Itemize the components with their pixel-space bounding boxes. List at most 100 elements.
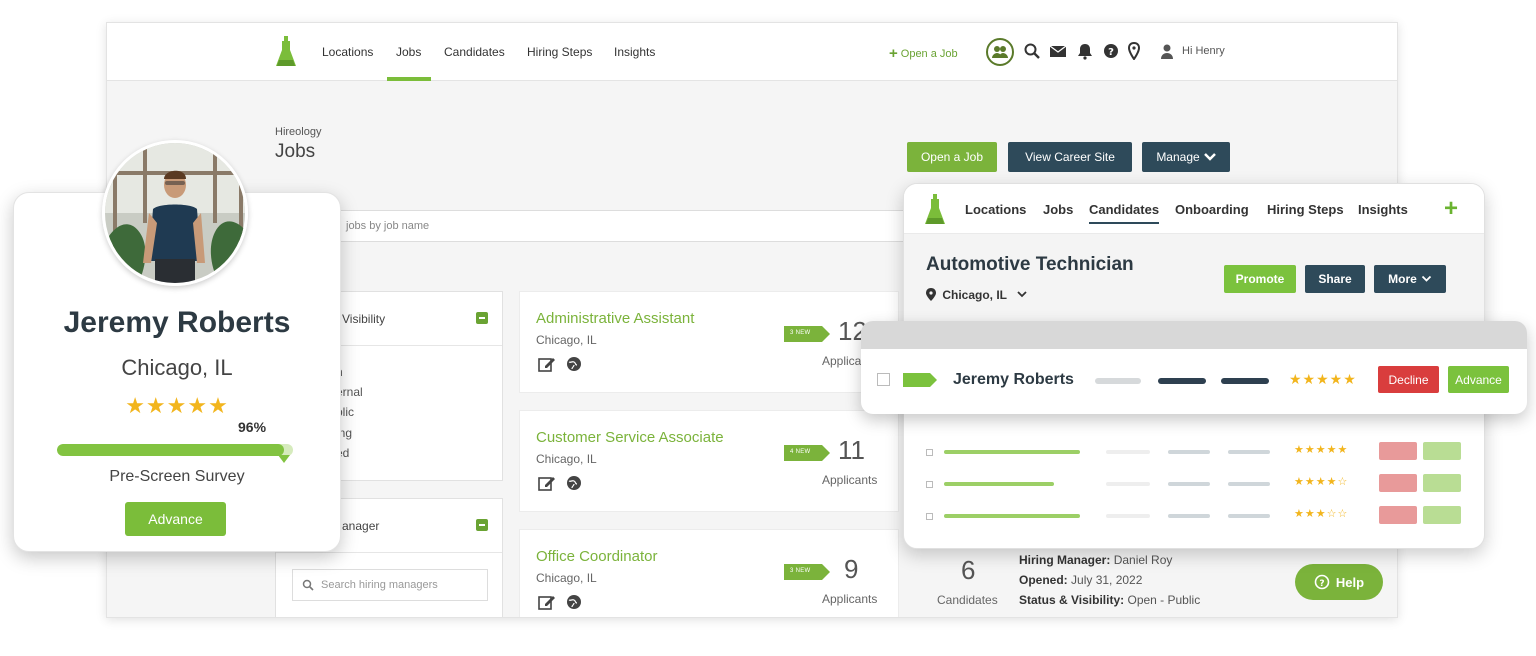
row-checkbox[interactable] <box>926 481 933 488</box>
collapse-icon[interactable] <box>476 312 488 324</box>
placeholder-bar <box>1168 482 1210 486</box>
nav-candidates[interactable]: Candidates <box>1089 202 1159 217</box>
job-location: Chicago, IL <box>536 571 597 585</box>
nav-hiring-steps[interactable]: Hiring Steps <box>1267 202 1344 217</box>
placeholder-bar <box>944 482 1054 486</box>
decline-button[interactable]: Decline <box>1378 366 1439 393</box>
advance-button[interactable]: Advance <box>125 502 226 536</box>
more-button[interactable]: More <box>1374 265 1446 293</box>
promote-button[interactable]: Promote <box>1224 265 1296 293</box>
placeholder-bar <box>1158 378 1206 384</box>
placeholder-bar <box>1106 514 1150 518</box>
applicant-label: Applicants <box>822 473 878 487</box>
nav-jobs[interactable]: Jobs <box>396 45 421 59</box>
globe-icon[interactable] <box>566 475 582 491</box>
open-job-label: Open a Job <box>900 48 958 60</box>
job-location: Chicago, IL <box>536 452 597 466</box>
collapse-icon[interactable] <box>476 519 488 531</box>
open-job-link[interactable]: + Open a Job <box>889 45 958 62</box>
progress-marker <box>277 455 290 463</box>
row-checkbox[interactable] <box>926 513 933 520</box>
candidate-name[interactable]: Jeremy Roberts <box>953 371 1074 389</box>
row-checkbox[interactable] <box>877 373 890 386</box>
row-checkbox[interactable] <box>926 449 933 456</box>
nav-jobs[interactable]: Jobs <box>1043 202 1073 217</box>
nav-onboarding[interactable]: Onboarding <box>1175 202 1249 217</box>
open-job-button[interactable]: Open a Job <box>907 142 997 172</box>
placeholder-bar <box>1228 514 1270 518</box>
job-location: Chicago, IL <box>536 333 597 347</box>
nav-insights[interactable]: Insights <box>1358 202 1408 217</box>
decline-button-placeholder[interactable] <box>1379 442 1417 460</box>
help-circle-icon[interactable]: ? <box>1102 42 1120 60</box>
panel-title: Visibility <box>342 312 386 326</box>
advance-button-placeholder[interactable] <box>1423 474 1461 492</box>
stage-flag-icon <box>903 373 937 387</box>
nav-locations[interactable]: Locations <box>965 202 1026 217</box>
job-title-link[interactable]: Administrative Assistant <box>536 310 694 327</box>
view-career-site-button[interactable]: View Career Site <box>1008 142 1132 172</box>
nav-insights[interactable]: Insights <box>614 45 655 59</box>
mail-icon[interactable] <box>1049 42 1067 60</box>
search-icon[interactable] <box>1023 42 1041 60</box>
candidate-row-placeholder[interactable]: ★★★☆☆ <box>926 506 1466 524</box>
pipeline-nav: Locations Jobs Candidates Onboarding Hir… <box>904 184 1484 234</box>
plus-icon[interactable]: + <box>1444 195 1458 223</box>
marketing-composite: Locations Jobs Candidates Hiring Steps I… <box>0 0 1536 656</box>
edit-icon[interactable] <box>538 475 556 491</box>
applicant-count: 9 <box>844 554 859 584</box>
advance-button-placeholder[interactable] <box>1423 442 1461 460</box>
share-button[interactable]: Share <box>1305 265 1365 293</box>
job-card[interactable]: Customer Service Associate Chicago, IL 4… <box>519 410 899 512</box>
job-card[interactable]: Office Coordinator Chicago, IL 3 NEW 9 A… <box>519 529 899 617</box>
candidate-row-highlight[interactable]: Jeremy Roberts ★★★★★ Decline Advance <box>861 321 1527 414</box>
decline-button-placeholder[interactable] <box>1379 474 1417 492</box>
help-button[interactable]: ? Help <box>1295 564 1383 600</box>
progress-fill <box>57 444 284 456</box>
job-card[interactable]: Administrative Assistant Chicago, IL 3 N… <box>519 291 899 393</box>
placeholder-bar <box>944 514 1080 518</box>
globe-icon[interactable] <box>566 594 582 610</box>
survey-score: 96% <box>238 419 267 435</box>
location-pin-icon[interactable] <box>1125 42 1143 60</box>
new-applicants-badge: 4 NEW <box>784 445 830 461</box>
decline-button-placeholder[interactable] <box>1379 506 1417 524</box>
hiring-manager-search-input[interactable]: Search hiring managers <box>292 569 488 601</box>
nav-candidates[interactable]: Candidates <box>444 45 505 59</box>
applicant-label: Applicants <box>822 592 878 606</box>
job-title-link[interactable]: Office Coordinator <box>536 548 657 565</box>
edit-icon[interactable] <box>538 594 556 610</box>
bell-icon[interactable] <box>1076 42 1094 60</box>
advance-button[interactable]: Advance <box>1448 366 1509 393</box>
meta-label: Status & Visibility: <box>1019 593 1125 607</box>
job-title-link[interactable]: Customer Service Associate <box>536 429 724 446</box>
row-header-bar <box>861 321 1527 349</box>
edit-icon[interactable] <box>538 356 556 372</box>
user-greeting[interactable]: Hi Henry <box>1182 45 1225 57</box>
panel-title: anager <box>342 519 380 533</box>
nav-hiring-steps[interactable]: Hiring Steps <box>527 45 592 59</box>
svg-text:?: ? <box>1319 579 1324 589</box>
new-applicants-badge: 3 NEW <box>784 564 830 580</box>
hireology-logo-icon[interactable] <box>924 194 946 226</box>
job-location-selector[interactable]: Chicago, IL <box>926 288 1028 302</box>
top-nav: Locations Jobs Candidates Hiring Steps I… <box>107 23 1397 81</box>
breadcrumb[interactable]: Hireology <box>275 126 321 138</box>
survey-label: Pre-Screen Survey <box>109 468 245 485</box>
globe-icon[interactable] <box>566 356 582 372</box>
avatar-photo-illustration <box>105 143 245 283</box>
candidate-avatar <box>102 140 248 286</box>
candidate-row-placeholder[interactable]: ★★★★☆ <box>926 474 1466 492</box>
new-badge-label: 3 NEW <box>790 568 811 574</box>
nav-locations[interactable]: Locations <box>322 45 373 59</box>
candidate-row-placeholder[interactable]: ★★★★★ <box>926 442 1466 460</box>
placeholder-bar <box>1168 450 1210 454</box>
people-icon[interactable] <box>986 38 1014 66</box>
hireology-logo-icon[interactable] <box>275 36 297 68</box>
divider <box>276 552 502 553</box>
advance-button-placeholder[interactable] <box>1423 506 1461 524</box>
help-circle-icon: ? <box>1314 574 1330 590</box>
job-search-input[interactable]: jobs by job name <box>275 210 925 242</box>
manage-label: Manage <box>1156 150 1200 164</box>
manage-button[interactable]: Manage <box>1142 142 1230 172</box>
